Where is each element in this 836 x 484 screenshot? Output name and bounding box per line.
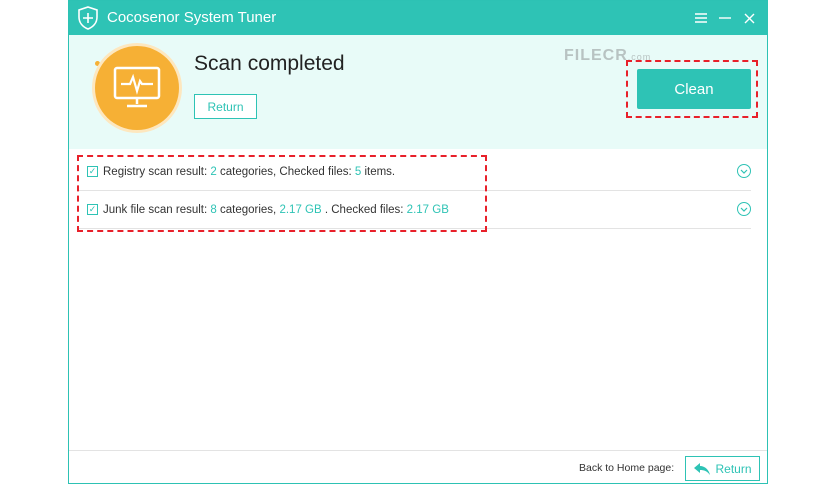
registry-checkbox[interactable]: ✓ bbox=[87, 166, 98, 177]
clean-button[interactable]: Clean bbox=[637, 69, 751, 109]
junk-result-row: ✓ Junk file scan result: 8 categories, 2… bbox=[79, 191, 751, 229]
registry-result-row: ✓ Registry scan result: 2 categories, Ch… bbox=[79, 153, 751, 191]
scan-status-title: Scan completed bbox=[194, 52, 345, 75]
footer-bar: Back to Home page: Return bbox=[69, 450, 767, 483]
return-arrow-icon bbox=[694, 462, 711, 475]
back-home-return-label: Return bbox=[715, 461, 752, 476]
monitor-pulse-icon bbox=[113, 66, 161, 108]
title-bar: Cocosenor System Tuner bbox=[69, 1, 767, 35]
chevron-down-icon[interactable] bbox=[737, 164, 751, 178]
watermark-text: FILECR bbox=[564, 47, 628, 64]
app-title: Cocosenor System Tuner bbox=[107, 9, 277, 26]
registry-suffix: items. bbox=[361, 165, 396, 178]
junk-checkbox[interactable]: ✓ bbox=[87, 204, 98, 215]
menu-icon[interactable] bbox=[691, 7, 711, 29]
chevron-down-icon[interactable] bbox=[737, 202, 751, 216]
clean-highlight-box: Clean bbox=[626, 60, 758, 118]
registry-label: Registry scan result: bbox=[103, 165, 211, 178]
junk-size: 2.17 GB bbox=[279, 203, 322, 216]
junk-checked-label: . Checked files: bbox=[321, 203, 407, 216]
monitor-badge bbox=[95, 46, 179, 130]
shield-plus-icon bbox=[78, 6, 98, 30]
scan-header: Scan completed Return FILECR.com Clean bbox=[69, 35, 767, 149]
close-icon[interactable] bbox=[739, 7, 759, 29]
scan-results-list: ✓ Registry scan result: 2 categories, Ch… bbox=[79, 153, 751, 229]
decorative-dot bbox=[95, 61, 100, 66]
back-home-return-button[interactable]: Return bbox=[685, 456, 760, 481]
junk-checked-size: 2.17 GB bbox=[406, 203, 449, 216]
junk-mid-text: categories, bbox=[216, 203, 280, 216]
junk-label: Junk file scan result: bbox=[103, 203, 211, 216]
junk-result-text: Junk file scan result: 8 categories, 2.1… bbox=[103, 204, 449, 216]
registry-mid-text: categories, Checked files: bbox=[216, 165, 355, 178]
registry-result-text: Registry scan result: 2 categories, Chec… bbox=[103, 166, 395, 178]
app-window: Cocosenor System Tuner Scan completed Re… bbox=[68, 0, 768, 484]
return-button[interactable]: Return bbox=[194, 94, 257, 119]
back-home-label: Back to Home page: bbox=[579, 462, 675, 474]
minimize-icon[interactable] bbox=[715, 7, 735, 29]
